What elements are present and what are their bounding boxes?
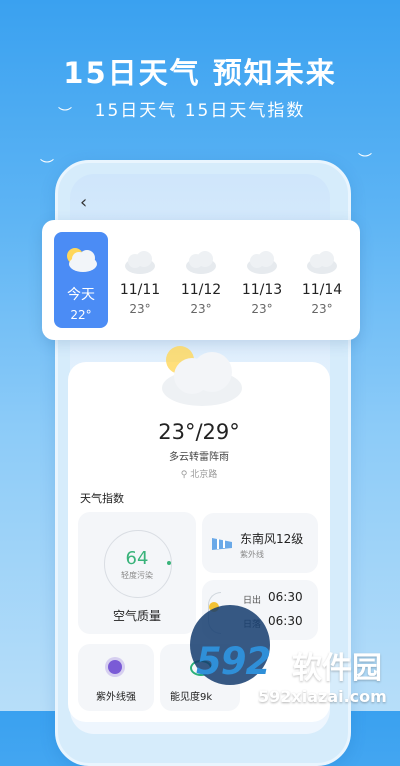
forecast-day-name: 今天 [67, 287, 95, 303]
windsock-icon [212, 538, 232, 550]
uv-label: 紫外线强 [96, 692, 136, 703]
promo-headline: 15日天气 预知未来 [63, 56, 337, 90]
aqi-value: 64 [125, 548, 149, 569]
cloud-icon [186, 251, 216, 274]
forecast-day[interactable]: 11/12 23° [171, 220, 231, 340]
partly-cloudy-icon [67, 248, 97, 272]
bird-icon: ︶ [58, 107, 72, 123]
cloud-icon [307, 251, 337, 274]
aqi-label: 空气质量 [112, 609, 161, 623]
partly-cloudy-icon [162, 346, 242, 406]
forecast-day[interactable]: 11/13 23° [232, 220, 292, 340]
bird-icon: ︶ [358, 153, 372, 169]
aqi-indicator-dot [167, 561, 171, 565]
aqi-level: 轻度污染 [121, 571, 153, 580]
forecast-day-name: 11/12 [180, 282, 222, 298]
sunrise-time: 06:30 [268, 590, 303, 604]
forecast-day-temp: 23° [251, 302, 273, 316]
forecast-day-name: 11/11 [119, 282, 161, 298]
watermark-number: 592 [196, 640, 271, 683]
sunset-time: 06:30 [268, 614, 303, 628]
forecast-day-today[interactable]: 今天 22° [54, 232, 108, 328]
chevron-left-icon: ‹ [80, 192, 88, 213]
forecast-day-temp: 23° [311, 302, 333, 316]
back-button[interactable]: ‹ [80, 192, 87, 213]
forecast-day-name: 11/13 [241, 282, 283, 298]
forecast-day[interactable]: 11/14 23° [292, 220, 352, 340]
forecast-day-temp: 22° [70, 308, 92, 322]
forecast-day-temp: 23° [129, 302, 151, 316]
location[interactable]: ⚲ 北京路 [68, 467, 330, 480]
indices-title: 天气指数 [80, 492, 124, 505]
forecast-strip: 今天 22° 11/11 23° 11/12 23° 11/13 23° 11/… [42, 220, 360, 340]
wind-value: 东南风12级 [240, 532, 304, 546]
location-name: 北京路 [190, 470, 218, 480]
wind-sub: 紫外线 [240, 550, 264, 559]
forecast-day-temp: 23° [190, 302, 212, 316]
location-pin-icon: ⚲ [180, 470, 191, 480]
temperature-range: 23°/29° [158, 420, 240, 444]
visibility-label: 能见度9k [170, 692, 213, 703]
sunrise-label: 日出 [243, 596, 262, 606]
watermark-url: 592xiazai.com [258, 687, 387, 706]
uv-icon [108, 660, 122, 674]
forecast-day-name: 11/14 [301, 282, 343, 298]
bird-icon: ︶ [40, 159, 54, 175]
cloud-icon [125, 251, 155, 274]
watermark-text: 软件园 [292, 651, 382, 686]
weather-condition: 多云转雷阵雨 [169, 452, 229, 463]
cloud-icon [247, 251, 277, 274]
forecast-day[interactable]: 11/11 23° [110, 220, 170, 340]
